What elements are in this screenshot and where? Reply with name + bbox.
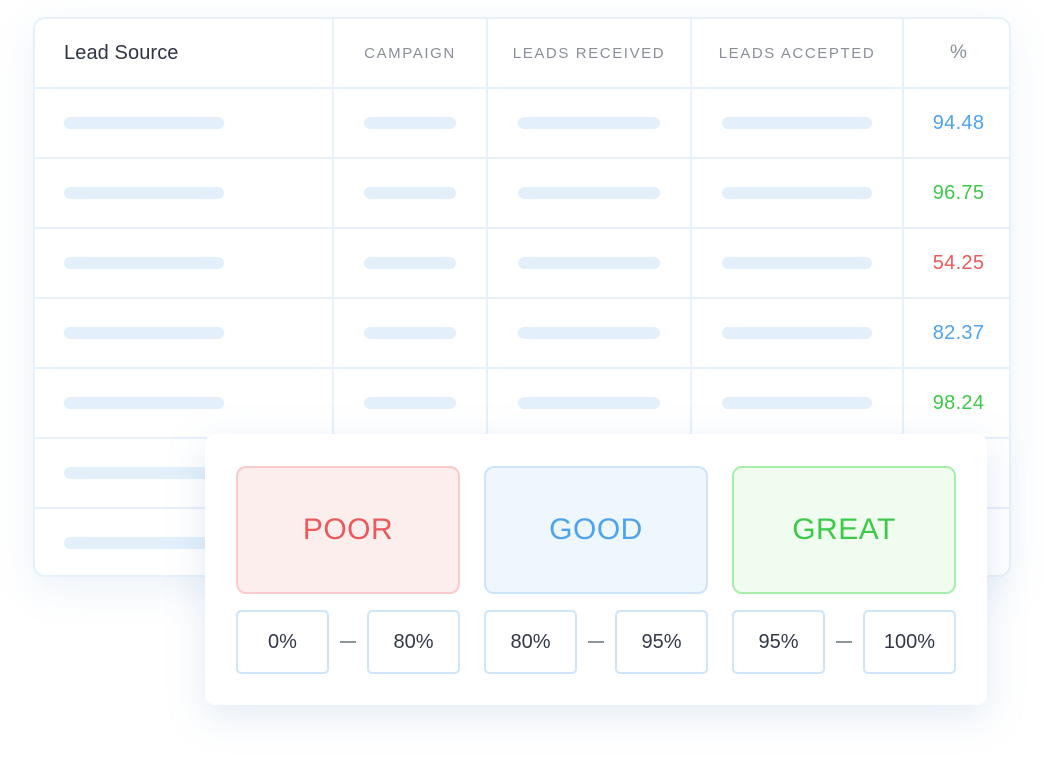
- score-legend-panel: POOR 0% 80% GOOD 80% 95% GREAT 95% 100%: [205, 434, 987, 705]
- placeholder-bar: [518, 327, 660, 339]
- placeholder-bar: [64, 257, 224, 269]
- placeholder-bar: [64, 467, 224, 479]
- campaign-cell: [332, 159, 486, 227]
- table-row[interactable]: 98.24: [35, 369, 1009, 439]
- placeholder-bar: [364, 257, 456, 269]
- placeholder-bar: [722, 257, 872, 269]
- leads-accepted-cell: [690, 229, 902, 297]
- leads-accepted-cell: [690, 159, 902, 227]
- header-leads-accepted-label: LEADS ACCEPTED: [718, 44, 876, 62]
- range-max-input[interactable]: 80%: [367, 610, 460, 674]
- tier-label-box[interactable]: GREAT: [732, 466, 956, 594]
- percent-cell: 98.24: [902, 369, 1009, 437]
- placeholder-bar: [518, 257, 660, 269]
- percent-value: 54.25: [932, 251, 985, 274]
- placeholder-bar: [64, 537, 224, 549]
- placeholder-bar: [518, 397, 660, 409]
- placeholder-bar: [722, 327, 872, 339]
- leads-received-cell: [486, 89, 690, 157]
- percent-cell: 94.48: [902, 89, 1009, 157]
- range-min-input[interactable]: 80%: [484, 610, 577, 674]
- leads-received-cell: [486, 299, 690, 367]
- tier-label-box[interactable]: POOR: [236, 466, 460, 594]
- table-row[interactable]: 96.75: [35, 159, 1009, 229]
- header-leads-received-label: LEADS RECEIVED: [512, 44, 666, 62]
- header-lead-source[interactable]: Lead Source: [35, 19, 332, 87]
- campaign-cell: [332, 299, 486, 367]
- tier-range: 0% 80%: [236, 610, 460, 674]
- table-header-row: Lead Source CAMPAIGN LEADS RECEIVED LEAD…: [35, 19, 1009, 89]
- tier-poor: POOR 0% 80%: [236, 466, 460, 674]
- lead-source-cell: [35, 229, 332, 297]
- placeholder-bar: [64, 327, 224, 339]
- tier-good: GOOD 80% 95%: [484, 466, 708, 674]
- placeholder-bar: [364, 117, 456, 129]
- percent-value: 98.24: [932, 391, 985, 414]
- percent-cell: 54.25: [902, 229, 1009, 297]
- percent-cell: 96.75: [902, 159, 1009, 227]
- header-leads-accepted[interactable]: LEADS ACCEPTED: [690, 19, 902, 87]
- header-percent-label: %: [950, 42, 967, 63]
- header-campaign-label: CAMPAIGN: [364, 44, 456, 62]
- header-leads-received[interactable]: LEADS RECEIVED: [486, 19, 690, 87]
- leads-accepted-cell: [690, 299, 902, 367]
- placeholder-bar: [722, 397, 872, 409]
- placeholder-bar: [518, 117, 660, 129]
- placeholder-bar: [64, 117, 224, 129]
- table-row[interactable]: 94.48: [35, 89, 1009, 159]
- leads-accepted-cell: [690, 369, 902, 437]
- table-row[interactable]: 82.37: [35, 299, 1009, 369]
- leads-received-cell: [486, 229, 690, 297]
- range-separator: [836, 641, 852, 643]
- header-lead-source-label: Lead Source: [64, 41, 179, 64]
- lead-source-cell: [35, 159, 332, 227]
- leads-accepted-cell: [690, 89, 902, 157]
- tier-label-box[interactable]: GOOD: [484, 466, 708, 594]
- placeholder-bar: [722, 117, 872, 129]
- range-max-input[interactable]: 95%: [615, 610, 708, 674]
- percent-cell: 82.37: [902, 299, 1009, 367]
- lead-source-cell: [35, 369, 332, 437]
- lead-source-cell: [35, 89, 332, 157]
- range-separator: [340, 641, 356, 643]
- tier-range: 80% 95%: [484, 610, 708, 674]
- percent-value: 94.48: [932, 111, 985, 134]
- tier-range: 95% 100%: [732, 610, 956, 674]
- campaign-cell: [332, 369, 486, 437]
- campaign-cell: [332, 229, 486, 297]
- leads-received-cell: [486, 159, 690, 227]
- placeholder-bar: [364, 397, 456, 409]
- placeholder-bar: [64, 397, 224, 409]
- range-min-input[interactable]: 0%: [236, 610, 329, 674]
- percent-value: 96.75: [932, 181, 985, 204]
- placeholder-bar: [364, 327, 456, 339]
- leads-received-cell: [486, 369, 690, 437]
- range-max-input[interactable]: 100%: [863, 610, 956, 674]
- placeholder-bar: [64, 187, 224, 199]
- header-campaign[interactable]: CAMPAIGN: [332, 19, 486, 87]
- campaign-cell: [332, 89, 486, 157]
- lead-source-cell: [35, 299, 332, 367]
- placeholder-bar: [364, 187, 456, 199]
- table-row[interactable]: 54.25: [35, 229, 1009, 299]
- tier-great: GREAT 95% 100%: [732, 466, 956, 674]
- header-percent[interactable]: %: [902, 19, 1009, 87]
- placeholder-bar: [518, 187, 660, 199]
- range-min-input[interactable]: 95%: [732, 610, 825, 674]
- placeholder-bar: [722, 187, 872, 199]
- percent-value: 82.37: [932, 321, 985, 344]
- range-separator: [588, 641, 604, 643]
